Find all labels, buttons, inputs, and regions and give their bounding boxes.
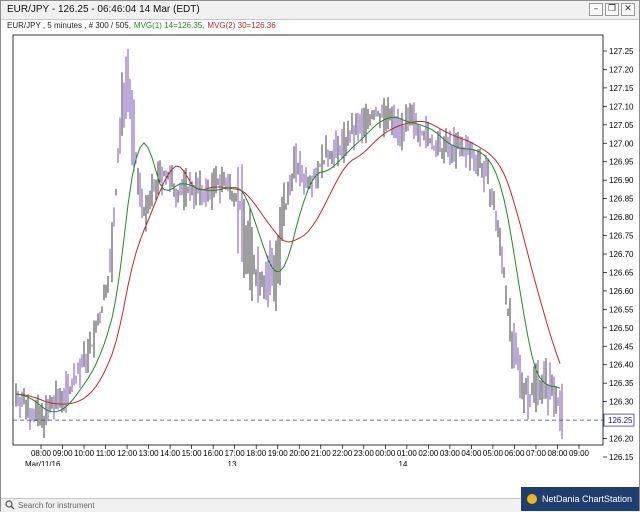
y-tick-label: 127.15	[609, 84, 634, 93]
plot-area	[12, 34, 604, 446]
y-tick-label: 126.45	[609, 342, 634, 351]
legend-mvg1: MVG(1) 14=126.35,	[133, 21, 205, 30]
x-tick-label: 09:00	[569, 449, 590, 458]
search-placeholder: Search for instrument	[18, 500, 95, 510]
current-price-text: 126.25	[608, 416, 633, 425]
current-price-label: 126.25	[603, 413, 635, 427]
restore-button[interactable]: ❐	[605, 3, 619, 16]
x-tick-label: 03:00	[440, 449, 461, 458]
x-tick-label: 11:00	[96, 449, 116, 458]
y-axis: 127.25 127.20 127.15 127.10 127.05 127.00 126.…	[603, 47, 634, 462]
y-tick-label: 127.10	[609, 102, 634, 111]
x-tick-label: 05:00	[483, 449, 504, 458]
y-tick-label: 126.80	[609, 213, 634, 222]
x-tick-label: 00:00	[375, 449, 396, 458]
x-tick-label: 12:00	[117, 449, 138, 458]
y-tick-label: 126.40	[609, 361, 634, 370]
x-tick-label: 01:00	[397, 449, 418, 458]
y-tick-label: 127.00	[609, 139, 634, 148]
y-tick-label: 126.70	[609, 250, 634, 259]
chart-legend: EUR/JPY , 5 minutes , # 300 / 505, MVG(1)…	[7, 21, 279, 30]
window-controls: – ❐ ✕	[589, 3, 635, 16]
brand-name: NetDania ChartStation	[542, 494, 633, 504]
brand-badge: NetDania ChartStation	[521, 487, 639, 511]
y-tick-label: 126.90	[609, 176, 634, 185]
y-tick-label: 126.15	[609, 453, 634, 462]
y-tick-label: 126.55	[609, 305, 634, 314]
chart-window: EUR/JPY - 126.25 - 06:46:04 14 Mar (EDT)…	[0, 0, 640, 512]
y-tick-label: 126.50	[609, 324, 634, 333]
search-input[interactable]: Search for instrument	[1, 499, 241, 511]
x-tick-label: 15:00	[182, 449, 203, 458]
x-tick-label: 08:00	[31, 449, 52, 458]
y-tick-label: 127.25	[609, 47, 634, 56]
x-tick-label: 19:00	[268, 449, 289, 458]
y-tick-label: 126.20	[609, 435, 634, 444]
y-tick-label: 126.85	[609, 195, 634, 204]
legend-instrument: EUR/JPY , 5 minutes , # 300 / 505,	[7, 21, 131, 30]
x-tick-label: 13:00	[139, 449, 160, 458]
x-tick-label: 22:00	[332, 449, 353, 458]
x-tick-label: 09:00	[53, 449, 74, 458]
netdania-logo-icon	[527, 494, 537, 504]
minimize-button[interactable]: –	[589, 3, 603, 16]
x-axis: 08:00 09:00 10:00 11:00 12:00 13:00 14:00 15:00…	[25, 445, 590, 466]
x-tick-label: 14:00	[160, 449, 181, 458]
x-tick-label: 18:00	[246, 449, 267, 458]
date-label: 13	[228, 460, 237, 466]
x-tick-label: 23:00	[354, 449, 375, 458]
x-tick-label: 21:00	[311, 449, 332, 458]
y-tick-label: 126.75	[609, 232, 634, 241]
status-bar: Search for instrument NetDania ChartStat…	[1, 487, 639, 512]
x-tick-label: 04:00	[461, 449, 482, 458]
y-tick-label: 126.65	[609, 268, 634, 277]
legend-mvg2: MVG(2) 30=126.36	[207, 21, 276, 30]
x-tick-label: 17:00	[225, 449, 246, 458]
x-tick-label: 02:00	[418, 449, 439, 458]
y-tick-label: 126.30	[609, 398, 634, 407]
window-title: EUR/JPY - 126.25 - 06:46:04 14 Mar (EDT)	[7, 4, 200, 15]
price-chart[interactable]: 127.25 127.20 127.15 127.10 127.05 127.00 126.…	[1, 31, 639, 466]
y-tick-label: 126.95	[609, 158, 634, 167]
date-label: Mar/11/16	[25, 460, 61, 466]
x-tick-label: 16:00	[203, 449, 224, 458]
close-button[interactable]: ✕	[621, 3, 635, 16]
x-tick-label: 07:00	[526, 449, 547, 458]
x-tick-label: 06:00	[504, 449, 525, 458]
y-tick-label: 126.60	[609, 287, 634, 296]
x-tick-label: 20:00	[289, 449, 310, 458]
date-label: 14	[399, 460, 408, 466]
y-tick-label: 127.05	[609, 121, 634, 130]
x-tick-label: 10:00	[74, 449, 95, 458]
search-icon	[5, 500, 15, 510]
x-tick-label: 08:00	[547, 449, 568, 458]
title-bar: EUR/JPY - 126.25 - 06:46:04 14 Mar (EDT)…	[1, 1, 639, 20]
y-tick-label: 127.20	[609, 65, 634, 74]
y-tick-label: 126.35	[609, 379, 634, 388]
